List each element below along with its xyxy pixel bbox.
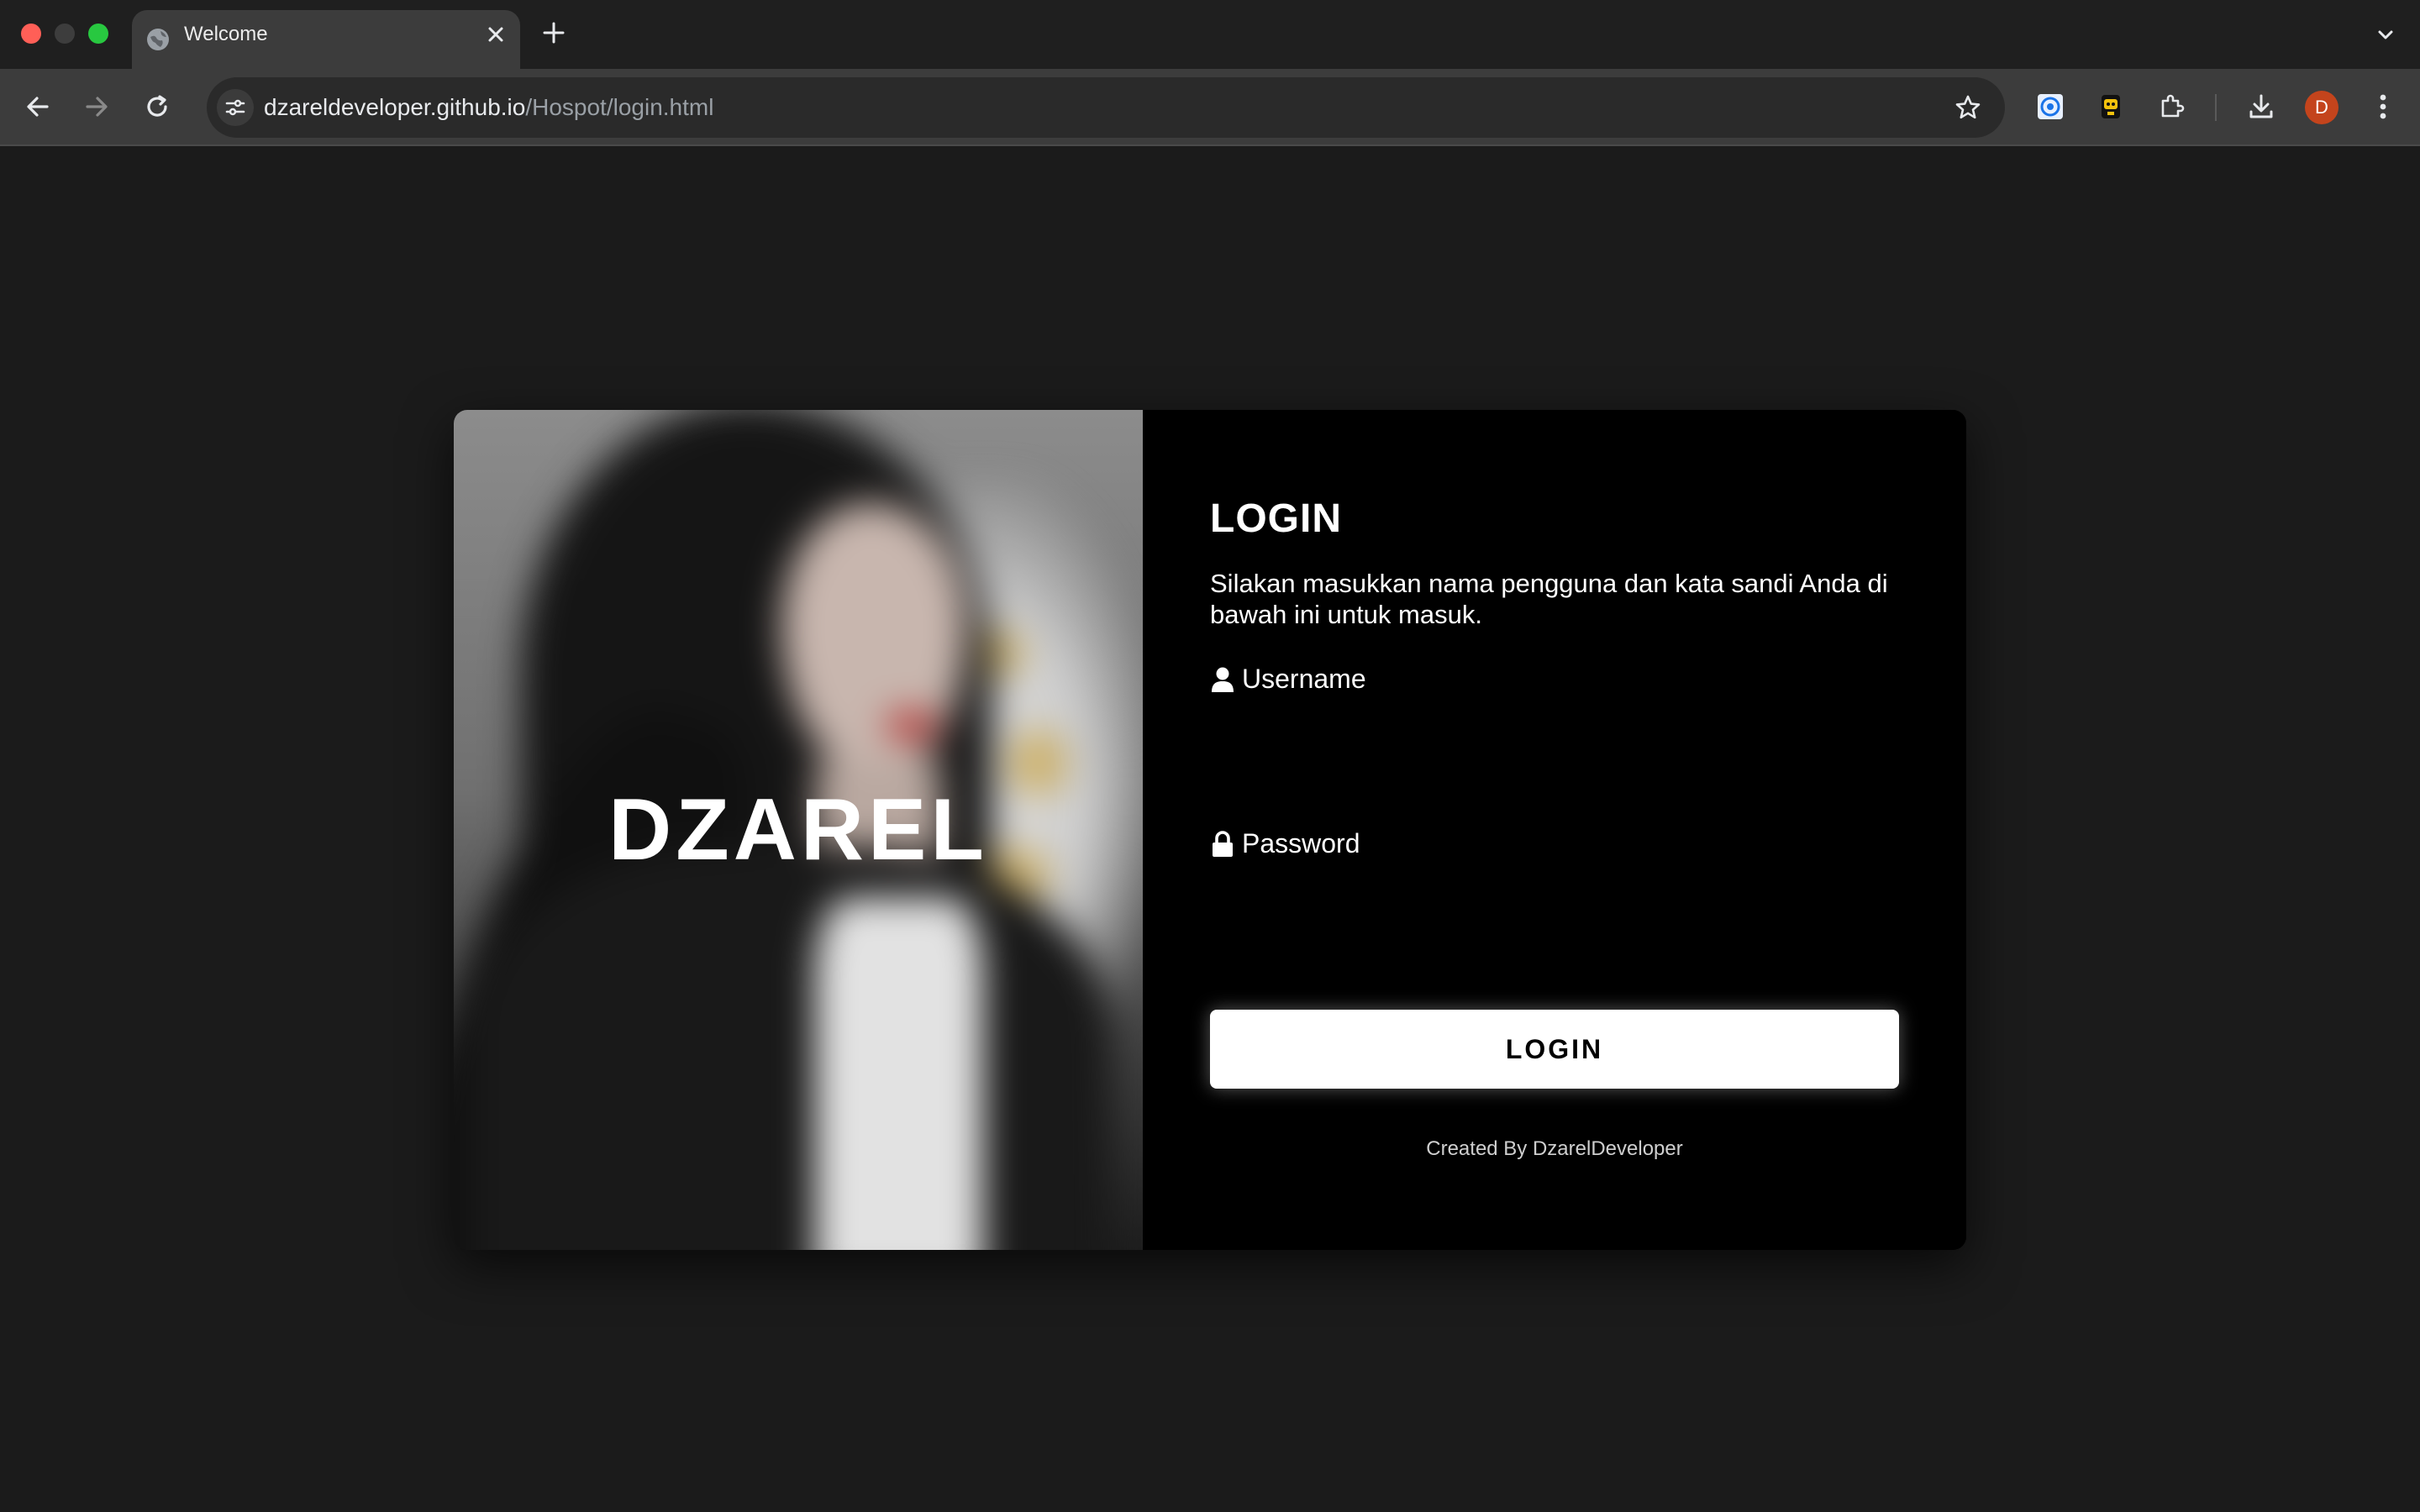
address-host: dzareldeveloper.github.io (264, 94, 526, 120)
browser-tab-active[interactable]: Welcome (132, 10, 520, 69)
lock-icon (1210, 830, 1235, 858)
password-label: Password (1210, 828, 1360, 859)
window-close-button[interactable] (21, 24, 41, 44)
new-tab-plus-icon[interactable] (539, 18, 568, 47)
address-path: /Hospot/login.html (525, 94, 714, 120)
extensions-puzzle-icon[interactable] (2154, 89, 2190, 124)
user-icon (1210, 666, 1235, 693)
reload-icon[interactable] (138, 87, 176, 126)
username-label-text: Username (1242, 664, 1366, 694)
tab-close-icon[interactable] (483, 22, 508, 47)
address-bar[interactable]: dzareldeveloper.github.io/Hospot/login.h… (207, 77, 2005, 138)
tab-search-chevron-down-icon[interactable] (2371, 20, 2400, 49)
hero-image-panel: DZAREL (454, 410, 1143, 1250)
login-card: DZAREL LOGIN Silakan masukkan nama pengg… (454, 410, 1966, 1250)
address-url: dzareldeveloper.github.io/Hospot/login.h… (264, 77, 713, 138)
page-body: DZAREL LOGIN Silakan masukkan nama pengg… (0, 148, 2420, 1512)
password-input[interactable] (1210, 877, 1899, 932)
username-label: Username (1210, 664, 1366, 695)
password-label-text: Password (1242, 828, 1360, 858)
browser-toolbar: dzareldeveloper.github.io/Hospot/login.h… (0, 69, 2420, 146)
hero-brand-title: DZAREL (608, 780, 988, 879)
window-minimize-button[interactable] (55, 24, 75, 44)
login-description: Silakan masukkan nama pengguna dan kata … (1210, 569, 1888, 629)
window-zoom-button[interactable] (88, 24, 108, 44)
globe-icon (145, 27, 171, 52)
login-heading: LOGIN (1210, 496, 1342, 541)
username-input[interactable] (1210, 712, 1899, 768)
toolbar-separator (2215, 94, 2217, 121)
downloads-icon[interactable] (2244, 89, 2279, 124)
tab-title: Welcome (184, 23, 268, 45)
back-arrow-icon[interactable] (18, 87, 57, 126)
extension-yellow-robot-icon[interactable] (2093, 89, 2128, 124)
credit-footer: Created By DzarelDeveloper (1426, 1137, 1683, 1160)
bookmark-star-icon[interactable] (1953, 92, 1983, 123)
login-form-panel: LOGIN Silakan masukkan nama pengguna dan… (1143, 410, 1966, 1250)
browser-tab-bar: Welcome (0, 0, 2420, 69)
profile-avatar[interactable]: D (2305, 91, 2338, 124)
browser-menu-kebab-icon[interactable] (2365, 89, 2401, 124)
login-button[interactable]: LOGIN (1210, 1010, 1899, 1089)
site-settings-tune-icon[interactable] (217, 89, 254, 126)
forward-arrow-icon[interactable] (77, 87, 116, 126)
extension-blue-target-icon[interactable] (2033, 89, 2068, 124)
